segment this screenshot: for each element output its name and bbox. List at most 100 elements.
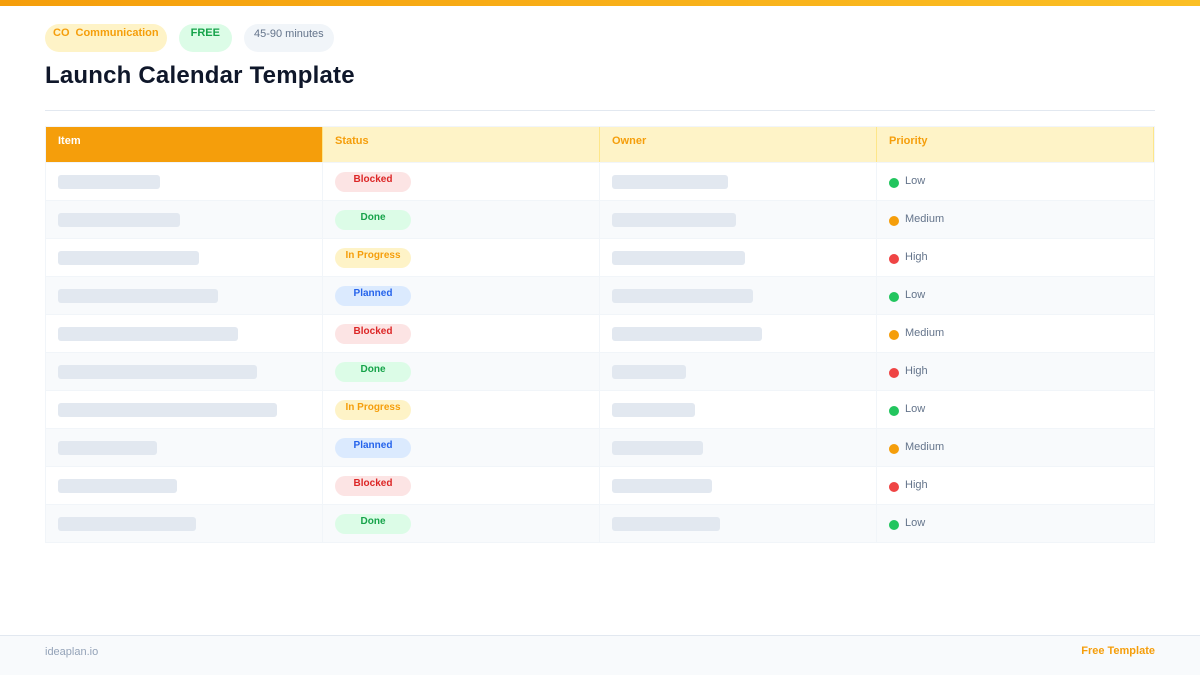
owner-placeholder (612, 175, 728, 189)
priority-label: High (905, 251, 928, 263)
title-divider (45, 110, 1155, 111)
category-label: Communication (75, 27, 159, 39)
category-tag: CO Communication (45, 24, 167, 52)
priority-indicator: Medium (889, 440, 944, 454)
status-cell: Blocked (323, 163, 600, 200)
table-row: Planned Medium (46, 428, 1154, 466)
priority-indicator: Medium (889, 326, 944, 340)
item-cell (46, 277, 323, 314)
table-header: Item Status Owner Priority (46, 127, 1154, 162)
priority-indicator: High (889, 478, 928, 492)
page-title: Launch Calendar Template (45, 62, 355, 89)
priority-cell: Low (877, 505, 1154, 542)
priority-dot-icon (889, 444, 899, 454)
item-cell (46, 467, 323, 504)
priority-cell: Low (877, 163, 1154, 200)
priority-dot-icon (889, 368, 899, 378)
item-placeholder (58, 213, 180, 227)
status-badge: Planned (335, 286, 411, 306)
owner-placeholder (612, 479, 712, 493)
column-header-status: Status (323, 127, 600, 162)
priority-cell: High (877, 467, 1154, 504)
status-cell: Planned (323, 277, 600, 314)
priority-indicator: High (889, 250, 928, 264)
table-body: Blocked Low Done Medium In Progress High Plann… (46, 162, 1154, 542)
owner-cell (600, 201, 877, 238)
item-cell (46, 239, 323, 276)
tag-row: CO Communication FREE 45-90 minutes (45, 24, 334, 52)
priority-label: Medium (905, 441, 945, 453)
item-placeholder (58, 289, 218, 303)
column-header-owner: Owner (600, 127, 877, 162)
priority-label: Medium (905, 327, 945, 339)
table-row: Planned Low (46, 276, 1154, 314)
footer-label: Free Template (1081, 645, 1155, 657)
priority-cell: High (877, 353, 1154, 390)
status-badge: In Progress (335, 400, 411, 420)
priority-dot-icon (889, 406, 899, 416)
priority-indicator: Low (889, 402, 925, 416)
priority-dot-icon (889, 178, 899, 188)
item-cell (46, 429, 323, 466)
priority-dot-icon (889, 520, 899, 530)
item-placeholder (58, 441, 157, 455)
item-placeholder (58, 365, 257, 379)
table-row: Blocked Low (46, 162, 1154, 200)
owner-cell (600, 505, 877, 542)
status-cell: Done (323, 201, 600, 238)
template-table: Item Status Owner Priority Blocked Low Don… (45, 126, 1155, 543)
owner-cell (600, 467, 877, 504)
category-code: CO (53, 27, 70, 39)
item-cell (46, 315, 323, 352)
table-row: Done Medium (46, 200, 1154, 238)
owner-placeholder (612, 251, 745, 265)
status-badge: In Progress (335, 248, 411, 268)
table-row: In Progress Low (46, 390, 1154, 428)
priority-cell: Medium (877, 315, 1154, 352)
priority-label: High (905, 365, 928, 377)
top-accent-bar (0, 0, 1200, 6)
priority-label: Medium (905, 213, 945, 225)
status-badge: Done (335, 362, 411, 382)
owner-placeholder (612, 441, 703, 455)
status-badge: Blocked (335, 476, 411, 496)
priority-label: Low (905, 289, 926, 301)
status-cell: Blocked (323, 315, 600, 352)
status-cell: In Progress (323, 391, 600, 428)
priority-cell: Low (877, 391, 1154, 428)
status-badge: Planned (335, 438, 411, 458)
status-badge: Blocked (335, 324, 411, 344)
priority-indicator: Low (889, 174, 925, 188)
column-header-priority: Priority (877, 127, 1154, 162)
priority-label: High (905, 479, 928, 491)
owner-placeholder (612, 403, 695, 417)
owner-cell (600, 239, 877, 276)
owner-cell (600, 277, 877, 314)
priority-dot-icon (889, 330, 899, 340)
status-cell: In Progress (323, 239, 600, 276)
status-cell: Done (323, 505, 600, 542)
column-header-item: Item (46, 127, 323, 162)
priority-dot-icon (889, 482, 899, 492)
priority-cell: High (877, 239, 1154, 276)
item-placeholder (58, 175, 160, 189)
priority-label: Low (905, 517, 926, 529)
status-cell: Blocked (323, 467, 600, 504)
priority-indicator: Low (889, 516, 925, 530)
duration-tag: 45-90 minutes (243, 24, 334, 52)
table-row: Done Low (46, 504, 1154, 542)
table-row: In Progress High (46, 238, 1154, 276)
priority-cell: Low (877, 277, 1154, 314)
owner-cell (600, 429, 877, 466)
item-cell (46, 505, 323, 542)
owner-placeholder (612, 365, 686, 379)
owner-cell (600, 163, 877, 200)
status-badge: Done (335, 514, 411, 534)
item-placeholder (58, 251, 199, 265)
priority-cell: Medium (877, 201, 1154, 238)
table-row: Blocked High (46, 466, 1154, 504)
priority-dot-icon (889, 292, 899, 302)
table-row: Blocked Medium (46, 314, 1154, 352)
item-placeholder (58, 327, 238, 341)
owner-cell (600, 315, 877, 352)
